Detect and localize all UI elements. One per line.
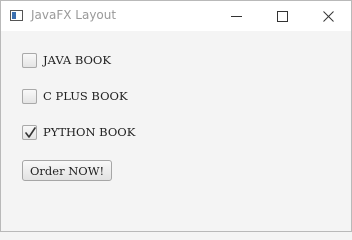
- checkbox-label: PYTHON BOOK: [43, 125, 136, 139]
- order-now-button[interactable]: Order NOW!: [22, 160, 113, 181]
- check-icon: [25, 126, 36, 138]
- maximize-icon: [276, 10, 288, 22]
- checkbox-box[interactable]: [22, 52, 37, 68]
- checkbox-label: C PLUS BOOK: [43, 89, 128, 103]
- checkbox-label: JAVA BOOK: [43, 53, 111, 67]
- maximize-button[interactable]: [259, 1, 305, 31]
- close-button[interactable]: [305, 1, 351, 31]
- checkbox-c-plus-book[interactable]: C PLUS BOOK: [22, 87, 128, 105]
- content-pane: JAVA BOOK C PLUS BOOK PYTHON BOOK Order …: [1, 32, 351, 231]
- minimize-button[interactable]: [213, 1, 259, 31]
- close-icon: [322, 10, 334, 22]
- window-title: JavaFX Layout: [31, 8, 117, 22]
- checkbox-java-book[interactable]: JAVA BOOK: [22, 51, 111, 69]
- app-window: JavaFX Layout JAVA BOOK C PLUS BOOK PYTH…: [0, 0, 352, 232]
- app-window-icon: [10, 10, 23, 21]
- checkbox-box[interactable]: [22, 88, 37, 104]
- checkbox-python-book[interactable]: PYTHON BOOK: [22, 123, 135, 141]
- title-bar[interactable]: JavaFX Layout: [1, 1, 351, 31]
- minimize-icon: [230, 15, 242, 17]
- checkbox-box[interactable]: [22, 124, 37, 140]
